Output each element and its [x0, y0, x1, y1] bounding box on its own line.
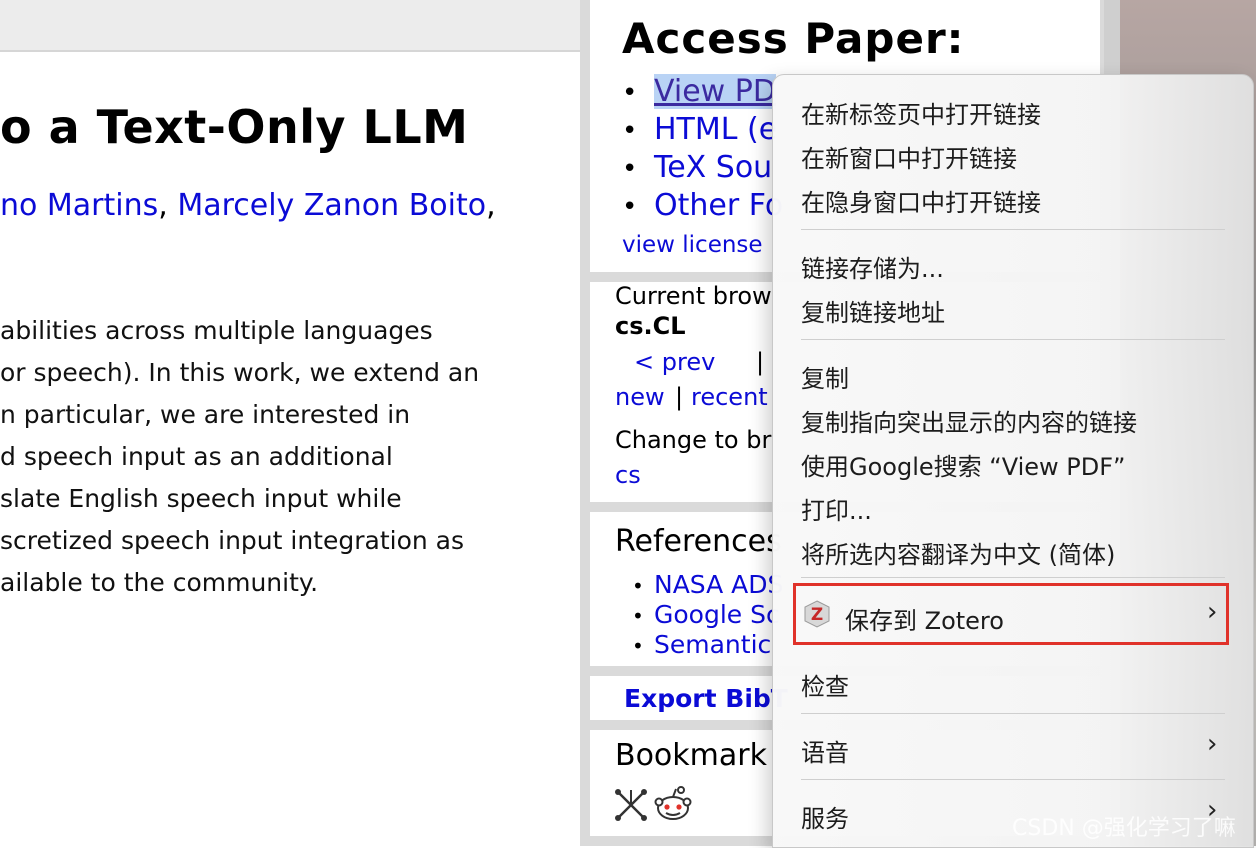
author-separator: , — [158, 188, 178, 223]
menu-print[interactable]: 打印... — [801, 491, 872, 526]
menu-divider — [801, 713, 1225, 714]
current-browse-label: Current brow — [615, 282, 772, 310]
context-menu: 在新标签页中打开链接 在新窗口中打开链接 在隐身窗口中打开链接 链接存储为...… — [772, 74, 1254, 848]
pipe-separator: | — [756, 348, 765, 376]
view-license-link[interactable]: view license — [622, 232, 763, 258]
chevron-right-icon: › — [1207, 597, 1218, 627]
menu-divider — [801, 229, 1225, 230]
semantic-scholar-link[interactable]: Semantic — [654, 630, 771, 659]
google-scholar-link[interactable]: Google Sc — [654, 600, 780, 629]
author-trailing-comma: , — [486, 188, 496, 223]
author-link-boito[interactable]: Marcely Zanon Boito — [177, 188, 486, 223]
cs-category-link[interactable]: cs — [615, 461, 641, 489]
abstract-line: ailable to the community. — [0, 568, 319, 597]
abstract-line: slate English speech input while — [0, 484, 402, 513]
menu-divider — [801, 779, 1225, 780]
menu-divider — [801, 577, 1225, 578]
download-item-pdf: • View PD — [622, 74, 776, 109]
menu-open-new-window[interactable]: 在新窗口中打开链接 — [801, 139, 1017, 174]
download-item-other: • Other Fo — [622, 188, 784, 223]
reddit-icon[interactable] — [654, 786, 692, 822]
menu-speech[interactable]: 语音 — [801, 733, 849, 768]
abstract-line: n particular, we are interested in — [0, 400, 411, 429]
svg-text:Z: Z — [811, 605, 823, 625]
change-to-browse-label: Change to br — [615, 426, 772, 454]
reference-item-nasa: • NASA ADS — [632, 570, 784, 599]
download-item-tex: • TeX Sou — [622, 150, 773, 185]
menu-save-link-as[interactable]: 链接存储为... — [801, 249, 944, 284]
references-heading: References — [615, 524, 782, 559]
author-list: no Martins, Marcely Zanon Boito, — [0, 188, 496, 223]
menu-inspect[interactable]: 检查 — [801, 667, 849, 702]
author-link-martins[interactable]: no Martins — [0, 188, 158, 223]
menu-open-new-tab[interactable]: 在新标签页中打开链接 — [801, 95, 1041, 130]
abstract-line: scretized speech input integration as — [0, 526, 465, 555]
bibsonomy-icon[interactable] — [614, 788, 648, 822]
menu-google-search[interactable]: 使用Google搜索 “View PDF” — [801, 447, 1125, 482]
reference-item-google: • Google Sc — [632, 600, 780, 629]
menu-open-incognito[interactable]: 在隐身窗口中打开链接 — [801, 183, 1041, 218]
menu-divider — [801, 339, 1225, 340]
menu-save-to-zotero[interactable]: 保存到 Zotero — [845, 601, 1004, 636]
menu-copy-link-address[interactable]: 复制链接地址 — [801, 293, 945, 328]
access-paper-heading: Access Paper: — [622, 14, 965, 63]
export-bibtex-link[interactable]: Export BibT — [624, 684, 788, 713]
menu-copy[interactable]: 复制 — [801, 359, 849, 394]
prev-link[interactable]: < prev — [634, 348, 715, 376]
browser-toolbar-area — [0, 0, 580, 52]
browse-category: cs.CL — [615, 312, 686, 340]
new-link[interactable]: new — [615, 383, 665, 411]
reference-item-semantic: • Semantic — [632, 630, 772, 659]
menu-services[interactable]: 服务 — [801, 799, 849, 834]
nasa-ads-link[interactable]: NASA ADS — [654, 570, 783, 599]
menu-copy-highlight-link[interactable]: 复制指向突出显示的内容的链接 — [801, 403, 1137, 438]
other-formats-link[interactable]: Other Fo — [654, 188, 783, 223]
abstract-line: abilities across multiple languages — [0, 316, 433, 345]
bookmark-icons — [614, 786, 694, 822]
zotero-icon: Z — [804, 600, 830, 628]
chevron-right-icon: › — [1207, 729, 1218, 759]
menu-translate[interactable]: 将所选内容翻译为中文 (简体) — [801, 535, 1115, 570]
paper-title: o a Text-Only LLM — [0, 100, 469, 154]
abstract-line: d speech input as an additional — [0, 442, 393, 471]
recent-link[interactable]: recent — [691, 383, 768, 411]
view-pdf-link[interactable]: View PD — [654, 74, 776, 109]
bookmark-heading: Bookmark — [615, 738, 767, 773]
pipe-separator: | — [675, 383, 684, 411]
watermark-text: CSDN @强化学习了嘛 — [1012, 816, 1236, 841]
html-link[interactable]: HTML (e — [654, 112, 777, 147]
tex-source-link[interactable]: TeX Sou — [654, 150, 772, 185]
download-item-html: • HTML (e — [622, 112, 778, 147]
abstract-line: or speech). In this work, we extend an — [0, 358, 480, 387]
